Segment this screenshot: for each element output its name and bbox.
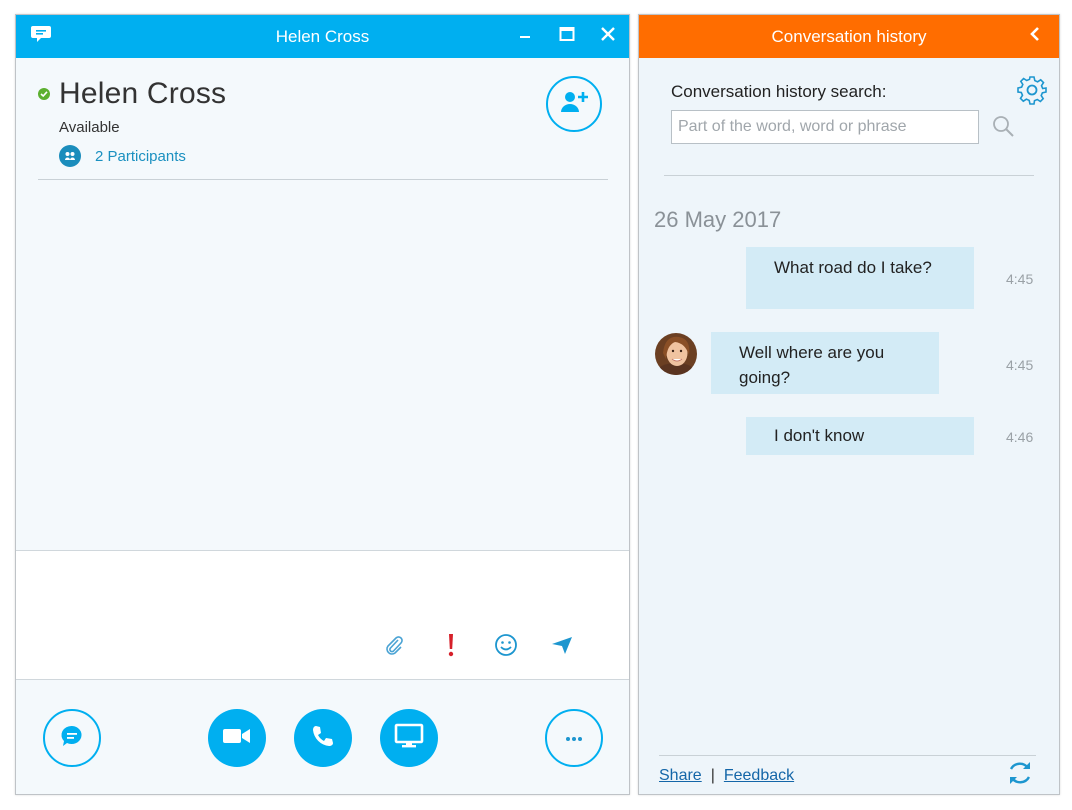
participants-link[interactable]: 2 Participants xyxy=(59,145,186,167)
more-options-icon xyxy=(564,729,584,747)
chevron-left-icon xyxy=(1029,26,1041,47)
avatar xyxy=(655,333,697,375)
footer-divider xyxy=(659,755,1036,756)
settings-button[interactable] xyxy=(1016,75,1048,110)
history-search-input[interactable] xyxy=(671,110,979,144)
send-button[interactable] xyxy=(548,633,576,661)
add-person-button[interactable] xyxy=(546,76,602,132)
message-compose-area[interactable] xyxy=(16,550,629,680)
participants-icon xyxy=(59,145,81,167)
header-divider xyxy=(38,179,608,180)
im-icon xyxy=(59,723,85,754)
chat-titlebar: Helen Cross xyxy=(16,15,629,58)
maximize-button[interactable] xyxy=(556,25,578,47)
chat-window: Helen Cross Helen Cross Available 2 Part… xyxy=(15,14,630,795)
contact-name: Helen Cross xyxy=(59,77,227,110)
message-bubble: Well where are you going? xyxy=(711,332,939,394)
collapse-history-button[interactable] xyxy=(1024,25,1046,47)
minimize-button[interactable] xyxy=(514,25,536,47)
feedback-link[interactable]: Feedback xyxy=(724,767,794,785)
monitor-icon xyxy=(394,723,424,754)
attach-button[interactable] xyxy=(380,633,408,661)
conversation-history-panel: Conversation history Conversation histor… xyxy=(638,14,1060,795)
history-titlebar: Conversation history xyxy=(639,15,1059,58)
participants-label: 2 Participants xyxy=(95,147,186,165)
search-icon xyxy=(991,114,1015,143)
smiley-icon xyxy=(494,633,518,662)
message-time: 4:45 xyxy=(1006,271,1034,287)
message-bubble: What road do I take? xyxy=(746,247,974,309)
video-camera-icon xyxy=(222,726,252,751)
exclamation-icon xyxy=(446,633,456,662)
history-search-label: Conversation history search: xyxy=(671,82,887,101)
add-person-icon xyxy=(559,90,589,119)
maximize-icon xyxy=(559,26,575,47)
present-button[interactable] xyxy=(380,709,438,767)
close-icon xyxy=(600,26,616,47)
minimize-icon xyxy=(518,27,532,46)
message-bubble: I don't know xyxy=(746,417,974,455)
search-button[interactable] xyxy=(989,114,1017,142)
search-divider xyxy=(664,175,1034,176)
conversation-date: 26 May 2017 xyxy=(654,207,782,232)
refresh-button[interactable] xyxy=(1005,760,1035,790)
contact-status: Available xyxy=(59,119,120,136)
video-call-button[interactable] xyxy=(208,709,266,767)
emoticon-button[interactable] xyxy=(492,633,520,661)
history-footer: Share | Feedback xyxy=(659,767,794,785)
more-options-button[interactable] xyxy=(545,709,603,767)
share-link[interactable]: Share xyxy=(659,767,702,785)
history-title: Conversation history xyxy=(771,27,927,46)
importance-button[interactable] xyxy=(437,633,465,661)
send-icon xyxy=(550,634,574,661)
gear-icon xyxy=(1017,75,1047,110)
message-time: 4:46 xyxy=(1006,429,1034,445)
window-title: Helen Cross xyxy=(275,27,370,46)
paperclip-icon xyxy=(383,634,405,661)
presence-indicator xyxy=(38,88,50,100)
phone-icon xyxy=(310,723,336,754)
audio-call-button[interactable] xyxy=(294,709,352,767)
footer-separator: | xyxy=(710,767,715,784)
close-button[interactable] xyxy=(597,25,619,47)
message-time: 4:45 xyxy=(1006,357,1034,373)
im-button[interactable] xyxy=(43,709,101,767)
refresh-icon xyxy=(1006,759,1034,792)
